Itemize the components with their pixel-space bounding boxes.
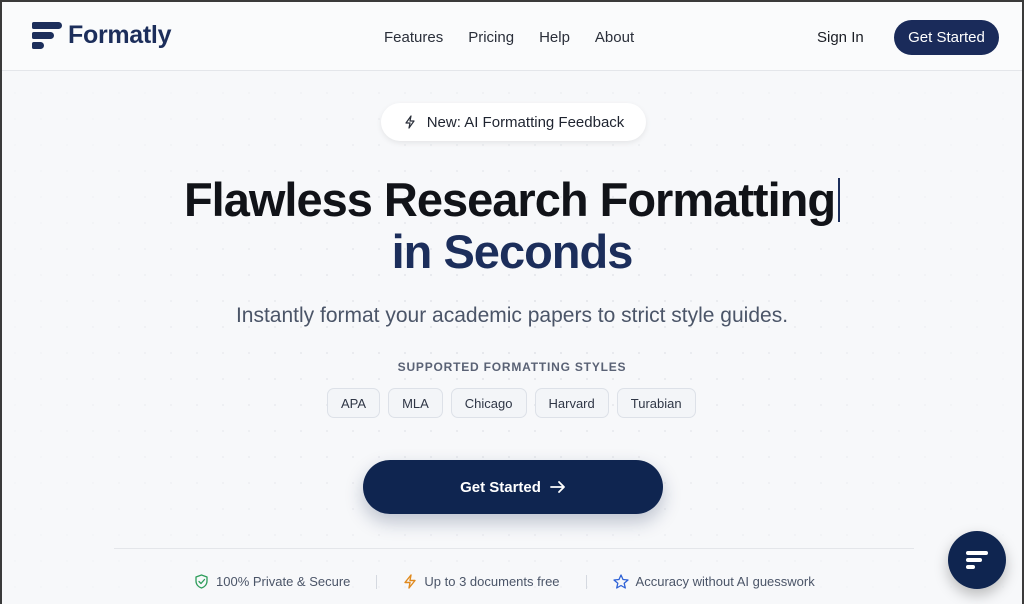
hero-subtitle: Instantly format your academic papers to…: [235, 304, 789, 327]
landing-page: Formatly Features Pricing Help About Sig…: [2, 2, 1022, 604]
star-icon: [612, 574, 629, 589]
feature-free-docs: Up to 3 documents free: [403, 574, 560, 589]
feature-private-text: 100% Private & Secure: [216, 574, 351, 589]
nav-features[interactable]: Features: [384, 29, 443, 46]
nav-pricing[interactable]: Pricing: [468, 29, 514, 46]
cta-label: Get Started: [460, 478, 541, 496]
lightning-icon: [404, 574, 417, 589]
get-started-cta-button[interactable]: Get Started: [363, 460, 663, 514]
feature-list: 100% Private & Secure Up to 3 documents …: [194, 574, 815, 589]
brand-name: Formatly: [68, 21, 172, 49]
feature-separator: [585, 574, 587, 589]
header-get-started-button[interactable]: Get Started: [894, 20, 999, 55]
style-chip-mla[interactable]: MLA: [388, 388, 443, 418]
chat-fab-button[interactable]: [948, 531, 1006, 589]
main-nav: Features Pricing Help About: [384, 29, 634, 46]
sign-in-link[interactable]: Sign In: [817, 29, 864, 46]
shield-check-icon: [195, 574, 208, 589]
style-chip-harvard[interactable]: Harvard: [534, 388, 609, 418]
feature-accuracy: Accuracy without AI guesswork: [612, 574, 815, 589]
feature-accuracy-text: Accuracy without AI guesswork: [635, 574, 815, 589]
style-chip-apa[interactable]: APA: [327, 388, 381, 418]
arrow-right-icon: [550, 481, 565, 493]
logo-mark-icon: [32, 21, 62, 50]
bolt-icon: [405, 115, 415, 129]
hero-title-line-2: in Seconds: [391, 225, 634, 278]
brand-logo[interactable]: Formatly: [32, 21, 171, 50]
feature-free-docs-text: Up to 3 documents free: [424, 574, 560, 589]
nav-help[interactable]: Help: [539, 29, 570, 46]
feature-separator: [376, 574, 378, 589]
text-cursor: [838, 178, 841, 222]
nav-about[interactable]: About: [595, 29, 634, 46]
announcement-text: New: AI Formatting Feedback: [426, 113, 625, 131]
styles-label: SUPPORTED FORMATTING STYLES: [397, 360, 627, 374]
hero-title-line-1: Flawless Research Formatting: [2, 172, 1022, 227]
top-navbar: Formatly Features Pricing Help About Sig…: [2, 2, 1022, 71]
announcement-pill[interactable]: New: AI Formatting Feedback: [381, 103, 646, 141]
style-chips: APA MLA Chicago Harvard Turabian: [327, 388, 696, 418]
divider: [114, 548, 914, 549]
style-chip-chicago[interactable]: Chicago: [450, 388, 527, 418]
feature-private: 100% Private & Secure: [194, 574, 350, 589]
style-chip-turabian[interactable]: Turabian: [616, 388, 696, 418]
